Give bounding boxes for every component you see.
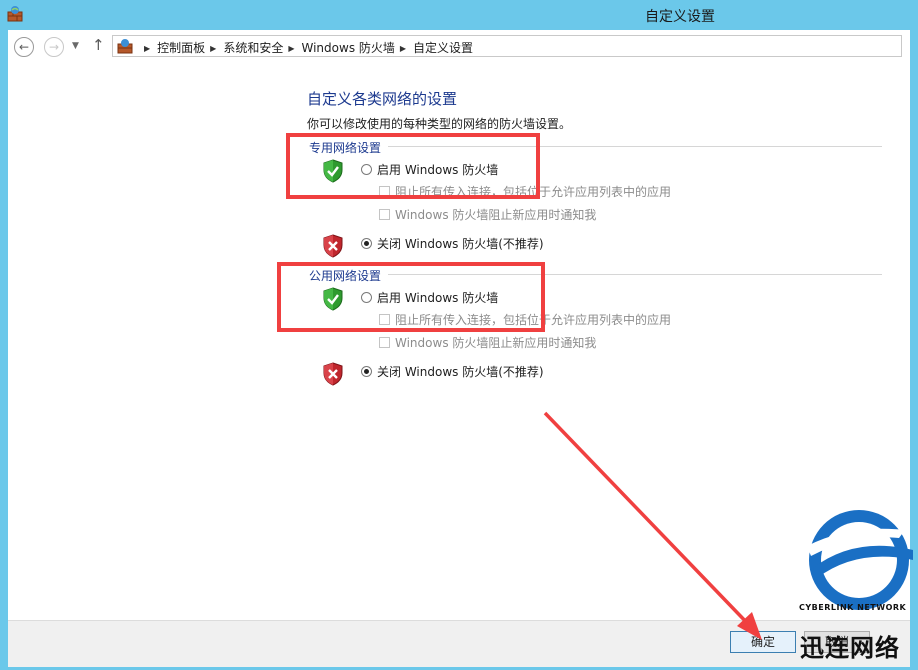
cyberlink-watermark-logo-icon bbox=[807, 510, 913, 610]
watermark-brand: 迅连网络 bbox=[800, 634, 900, 662]
annotation-arrow-icon bbox=[543, 411, 762, 640]
watermark-subtitle: CYBERLINK NETWORK bbox=[799, 603, 907, 612]
